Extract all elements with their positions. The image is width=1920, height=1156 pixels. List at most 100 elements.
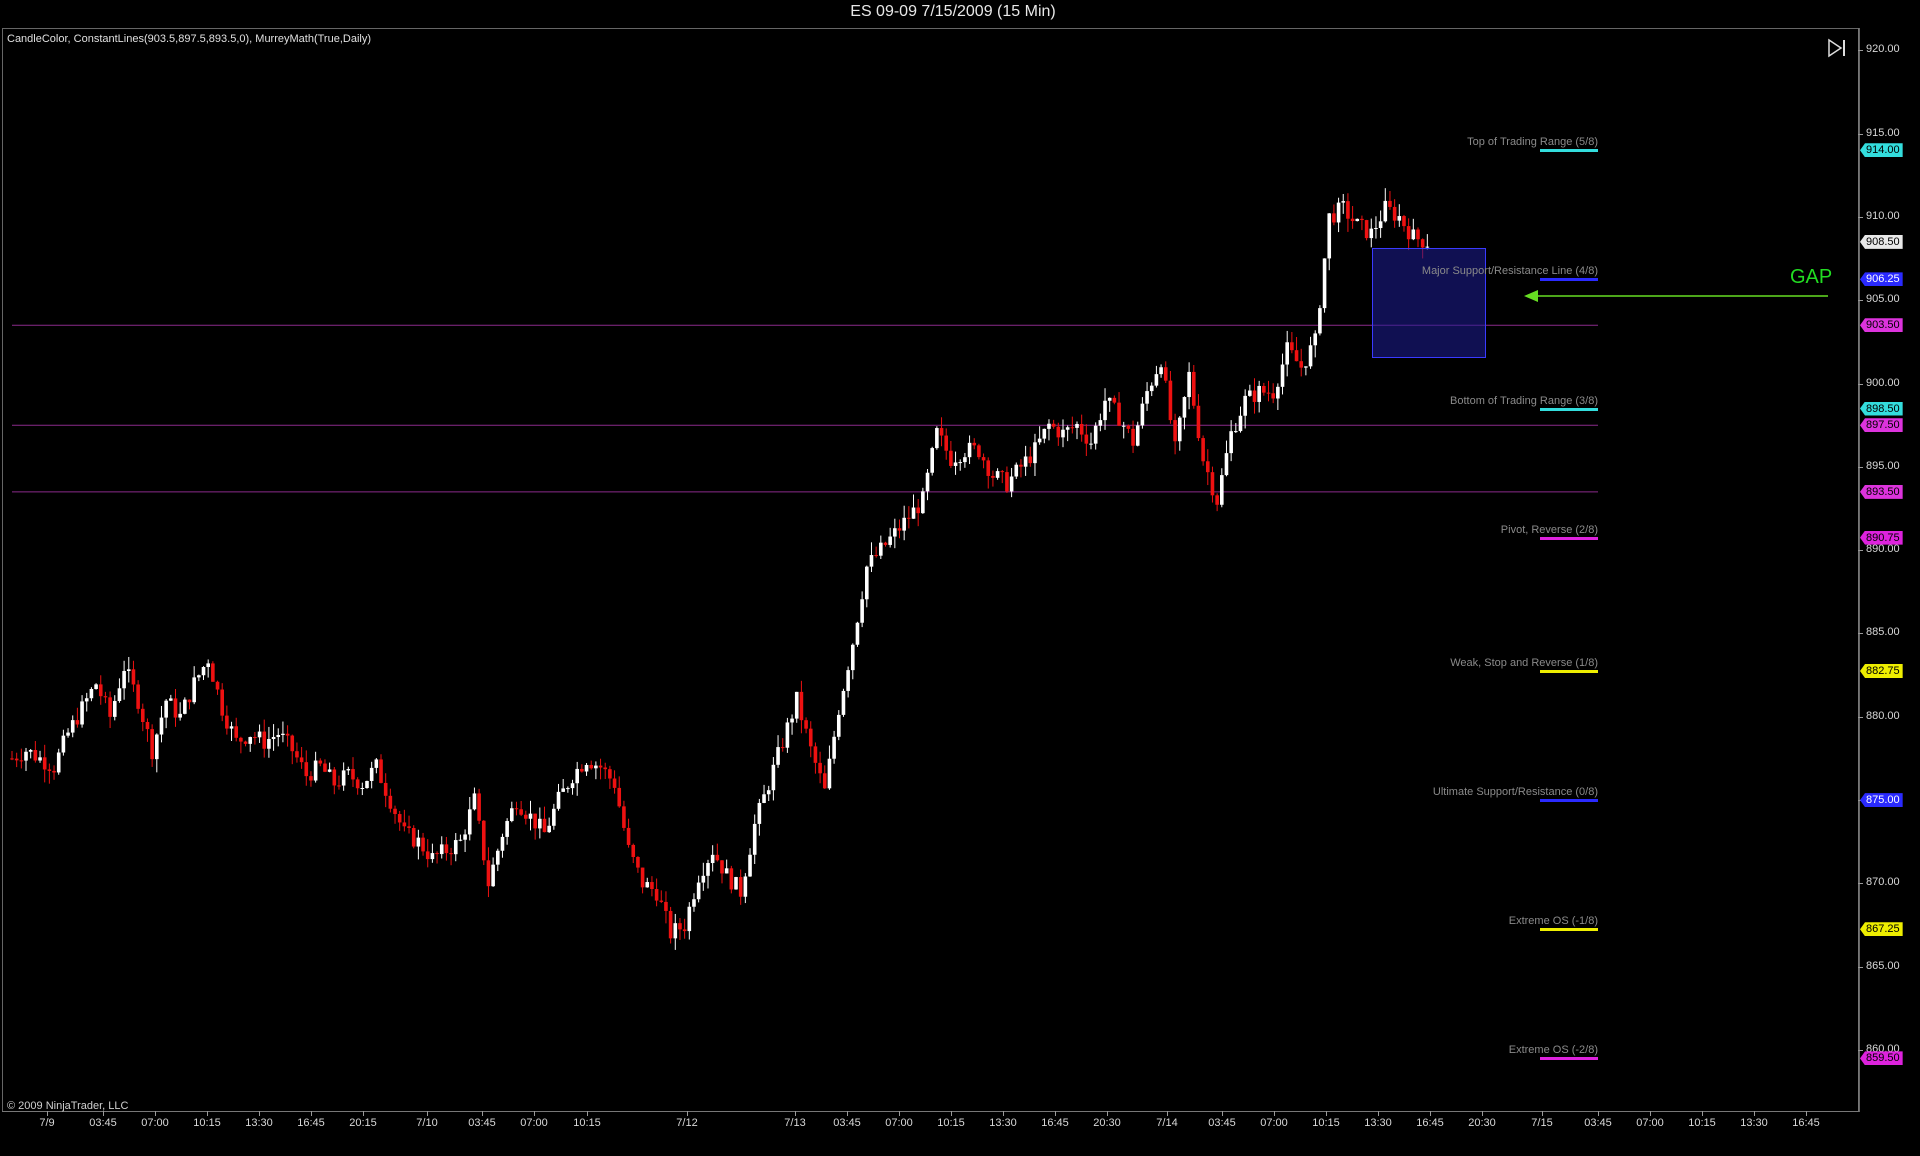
- candle: [1397, 204, 1402, 227]
- candle: [626, 818, 631, 848]
- candle: [846, 666, 850, 698]
- murrey-level-label: Pivot, Reverse (2/8): [1500, 523, 1598, 536]
- candle: [1285, 330, 1289, 377]
- candle: [692, 893, 696, 912]
- candle: [94, 683, 98, 690]
- candle: [622, 800, 626, 831]
- candle: [169, 694, 173, 702]
- candle: [1201, 435, 1205, 466]
- candle: [1187, 362, 1191, 410]
- price-chart[interactable]: [0, 0, 1920, 1156]
- x-axis-label: 03:45: [89, 1117, 117, 1129]
- candle: [439, 836, 444, 859]
- candle: [1238, 406, 1243, 433]
- candle: [1369, 218, 1374, 248]
- candle: [1033, 433, 1037, 477]
- x-axis-tick: [1167, 1111, 1168, 1116]
- candle: [1224, 440, 1229, 477]
- gap-label: GAP: [1790, 266, 1833, 288]
- x-axis-label: 03:45: [1584, 1117, 1612, 1129]
- x-axis-tick: [1702, 1111, 1703, 1116]
- candle: [963, 453, 967, 468]
- candle: [281, 721, 285, 743]
- x-axis-label: 13:30: [1364, 1117, 1392, 1129]
- x-axis-label: 13:30: [989, 1117, 1017, 1129]
- candle: [1089, 432, 1093, 450]
- candle: [10, 750, 14, 761]
- candle: [776, 735, 780, 768]
- candle: [1056, 422, 1061, 446]
- candle: [495, 848, 500, 872]
- candle: [234, 717, 239, 742]
- candle: [108, 691, 112, 729]
- candle: [1075, 421, 1079, 440]
- candle: [1234, 422, 1238, 434]
- candle: [995, 468, 1000, 480]
- candle: [1140, 397, 1145, 429]
- candle: [136, 680, 140, 714]
- last-price-tag: 908.50: [1860, 234, 1903, 249]
- candle: [28, 748, 33, 759]
- x-axis-label: 10:15: [1312, 1117, 1340, 1129]
- candle: [1159, 364, 1163, 378]
- candle: [416, 829, 421, 860]
- candle: [1191, 364, 1196, 409]
- candle: [239, 736, 243, 754]
- candle: [1374, 216, 1378, 239]
- candle: [206, 659, 210, 678]
- candle: [1126, 424, 1131, 434]
- candle: [869, 542, 874, 573]
- candle: [991, 470, 995, 487]
- x-axis-tick: [1222, 1111, 1223, 1116]
- y-axis-tick: [1858, 50, 1863, 52]
- candle: [850, 643, 855, 680]
- x-axis-label: 07:00: [1636, 1117, 1664, 1129]
- candle: [1280, 353, 1285, 395]
- candle: [855, 621, 860, 647]
- x-axis-label: 10:15: [193, 1117, 221, 1129]
- candle: [879, 535, 883, 560]
- x-axis-label: 10:15: [573, 1117, 601, 1129]
- candle: [766, 785, 771, 802]
- candle: [402, 809, 407, 832]
- candle: [659, 890, 664, 904]
- candle: [1042, 428, 1047, 444]
- candle: [664, 891, 668, 924]
- candle: [1313, 330, 1318, 358]
- x-axis-label: 20:30: [1093, 1117, 1121, 1129]
- candle: [514, 801, 519, 816]
- candle: [388, 788, 393, 813]
- y-axis-tick: [1858, 300, 1863, 302]
- candle: [332, 767, 337, 795]
- y-axis-tick: [1858, 466, 1863, 468]
- candle: [570, 779, 575, 795]
- candle: [1112, 395, 1117, 405]
- x-axis-label: 03:45: [468, 1117, 496, 1129]
- candle: [822, 765, 827, 789]
- x-axis-tick: [155, 1111, 156, 1116]
- candle: [425, 839, 430, 868]
- candle: [197, 674, 201, 682]
- candle: [257, 724, 262, 743]
- candle: [1023, 445, 1028, 476]
- y-axis-label: 895.00: [1866, 459, 1900, 472]
- candle: [98, 675, 103, 705]
- candle: [1416, 227, 1420, 248]
- candle: [594, 761, 598, 780]
- candle: [1098, 413, 1103, 432]
- candle: [874, 546, 878, 558]
- candle: [66, 728, 70, 738]
- candle: [131, 660, 136, 692]
- candle: [1117, 392, 1121, 427]
- candle: [1383, 188, 1388, 223]
- candle: [542, 806, 547, 833]
- murrey-level-line: [1540, 799, 1598, 803]
- candle: [925, 469, 930, 501]
- candle: [323, 759, 327, 773]
- candle: [463, 829, 467, 853]
- candle: [729, 865, 734, 894]
- y-axis-tick: [1858, 383, 1863, 385]
- candle: [524, 810, 528, 825]
- candle: [1406, 218, 1411, 251]
- candle: [374, 758, 379, 774]
